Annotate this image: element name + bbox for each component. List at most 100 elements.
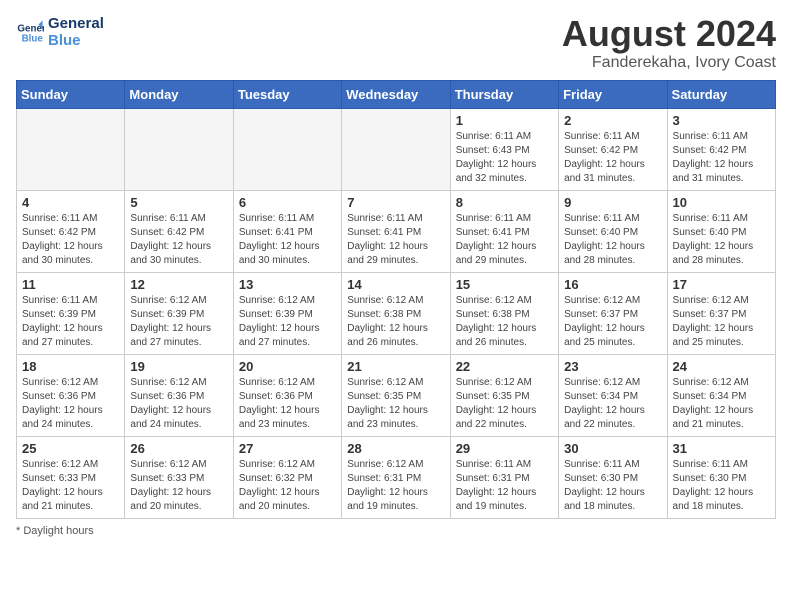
day-number: 20 <box>239 359 336 374</box>
footer-text: Daylight hours <box>23 525 93 537</box>
day-number: 25 <box>22 441 119 456</box>
day-number: 18 <box>22 359 119 374</box>
day-info: Sunrise: 6:11 AM Sunset: 6:41 PM Dayligh… <box>239 212 336 268</box>
calendar-cell <box>342 109 450 191</box>
day-number: 31 <box>673 441 770 456</box>
day-number: 23 <box>564 359 661 374</box>
calendar-cell: 27 Sunrise: 6:12 AM Sunset: 6:32 PM Dayli… <box>233 437 341 519</box>
day-number: 16 <box>564 277 661 292</box>
day-number: 28 <box>347 441 444 456</box>
calendar-cell: 28Sunrise: 6:12 AM Sunset: 6:31 PM Dayli… <box>342 437 450 519</box>
weekday-header-sunday: Sunday <box>17 81 125 109</box>
day-info: Sunrise: 6:11 AM Sunset: 6:40 PM Dayligh… <box>673 212 770 268</box>
calendar-cell: 10 Sunrise: 6:11 AM Sunset: 6:40 PM Dayli… <box>667 191 775 273</box>
calendar-cell: 23Sunrise: 6:12 AM Sunset: 6:34 PM Dayli… <box>559 355 667 437</box>
calendar-cell: 14 Sunrise: 6:12 AM Sunset: 6:38 PM Dayli… <box>342 273 450 355</box>
day-info: Sunrise: 6:12 AM Sunset: 6:35 PM Dayligh… <box>347 376 444 432</box>
week-row-1: 4 Sunrise: 6:11 AM Sunset: 6:42 PM Daylig… <box>17 191 776 273</box>
day-info: Sunrise: 6:11 AM Sunset: 6:39 PM Dayligh… <box>22 294 119 350</box>
calendar-cell: 18 Sunrise: 6:12 AM Sunset: 6:36 PM Dayli… <box>17 355 125 437</box>
calendar-cell: 11 Sunrise: 6:11 AM Sunset: 6:39 PM Dayli… <box>17 273 125 355</box>
calendar-cell <box>17 109 125 191</box>
weekday-header-friday: Friday <box>559 81 667 109</box>
day-info: Sunrise: 6:11 AM Sunset: 6:31 PM Dayligh… <box>456 458 553 514</box>
calendar-cell: 6 Sunrise: 6:11 AM Sunset: 6:41 PM Daylig… <box>233 191 341 273</box>
calendar-cell: 31 Sunrise: 6:11 AM Sunset: 6:30 PM Dayli… <box>667 437 775 519</box>
calendar-cell: 22Sunrise: 6:12 AM Sunset: 6:35 PM Dayli… <box>450 355 558 437</box>
day-info: Sunrise: 6:12 AM Sunset: 6:36 PM Dayligh… <box>130 376 227 432</box>
day-number: 11 <box>22 277 119 292</box>
day-info: Sunrise: 6:11 AM Sunset: 6:43 PM Dayligh… <box>456 130 553 186</box>
day-number: 29 <box>456 441 553 456</box>
week-row-0: 1 Sunrise: 6:11 AM Sunset: 6:43 PM Daylig… <box>17 109 776 191</box>
day-number: 12 <box>130 277 227 292</box>
day-info: Sunrise: 6:12 AM Sunset: 6:34 PM Dayligh… <box>673 376 770 432</box>
calendar-table: SundayMondayTuesdayWednesdayThursdayFrid… <box>16 80 776 519</box>
day-number: 15 <box>456 277 553 292</box>
day-info: Sunrise: 6:12 AM Sunset: 6:32 PM Dayligh… <box>239 458 336 514</box>
day-number: 27 <box>239 441 336 456</box>
day-info: Sunrise: 6:12 AM Sunset: 6:39 PM Dayligh… <box>130 294 227 350</box>
day-info: Sunrise: 6:12 AM Sunset: 6:36 PM Dayligh… <box>22 376 119 432</box>
logo-blue: Blue <box>48 33 104 50</box>
calendar-cell: 9Sunrise: 6:11 AM Sunset: 6:40 PM Daylig… <box>559 191 667 273</box>
day-number: 17 <box>673 277 770 292</box>
week-row-4: 25 Sunrise: 6:12 AM Sunset: 6:33 PM Dayli… <box>17 437 776 519</box>
logo-general: General <box>48 16 104 33</box>
calendar-cell: 12 Sunrise: 6:12 AM Sunset: 6:39 PM Dayli… <box>125 273 233 355</box>
month-year: August 2024 <box>562 16 776 52</box>
day-number: 5 <box>130 195 227 210</box>
day-number: 13 <box>239 277 336 292</box>
day-info: Sunrise: 6:12 AM Sunset: 6:37 PM Dayligh… <box>673 294 770 350</box>
weekday-header-saturday: Saturday <box>667 81 775 109</box>
calendar-cell: 15 Sunrise: 6:12 AM Sunset: 6:38 PM Dayli… <box>450 273 558 355</box>
day-info: Sunrise: 6:11 AM Sunset: 6:42 PM Dayligh… <box>673 130 770 186</box>
footer-note: * Daylight hours <box>16 525 776 537</box>
day-number: 1 <box>456 113 553 128</box>
calendar-cell: 13Sunrise: 6:12 AM Sunset: 6:39 PM Dayli… <box>233 273 341 355</box>
day-number: 8 <box>456 195 553 210</box>
weekday-header-thursday: Thursday <box>450 81 558 109</box>
day-number: 19 <box>130 359 227 374</box>
day-info: Sunrise: 6:11 AM Sunset: 6:30 PM Dayligh… <box>673 458 770 514</box>
calendar-cell: 25 Sunrise: 6:12 AM Sunset: 6:33 PM Dayli… <box>17 437 125 519</box>
day-number: 3 <box>673 113 770 128</box>
day-info: Sunrise: 6:12 AM Sunset: 6:38 PM Dayligh… <box>347 294 444 350</box>
week-row-2: 11 Sunrise: 6:11 AM Sunset: 6:39 PM Dayli… <box>17 273 776 355</box>
logo-icon: General Blue <box>16 19 44 47</box>
calendar-cell: 4Sunrise: 6:11 AM Sunset: 6:42 PM Daylig… <box>17 191 125 273</box>
calendar-cell: 26Sunrise: 6:12 AM Sunset: 6:33 PM Dayli… <box>125 437 233 519</box>
page-header: General Blue General Blue August 2024 Fa… <box>16 16 776 72</box>
day-number: 4 <box>22 195 119 210</box>
weekday-header-monday: Monday <box>125 81 233 109</box>
day-info: Sunrise: 6:12 AM Sunset: 6:36 PM Dayligh… <box>239 376 336 432</box>
day-info: Sunrise: 6:11 AM Sunset: 6:41 PM Dayligh… <box>456 212 553 268</box>
day-number: 21 <box>347 359 444 374</box>
day-number: 10 <box>673 195 770 210</box>
calendar-cell: 29 Sunrise: 6:11 AM Sunset: 6:31 PM Dayli… <box>450 437 558 519</box>
calendar-cell: 2 Sunrise: 6:11 AM Sunset: 6:42 PM Daylig… <box>559 109 667 191</box>
calendar-cell: 21 Sunrise: 6:12 AM Sunset: 6:35 PM Dayli… <box>342 355 450 437</box>
title-area: August 2024 Fanderekaha, Ivory Coast <box>562 16 776 72</box>
svg-text:Blue: Blue <box>22 33 44 44</box>
day-info: Sunrise: 6:12 AM Sunset: 6:33 PM Dayligh… <box>22 458 119 514</box>
calendar-cell: 30Sunrise: 6:11 AM Sunset: 6:30 PM Dayli… <box>559 437 667 519</box>
calendar-cell: 7Sunrise: 6:11 AM Sunset: 6:41 PM Daylig… <box>342 191 450 273</box>
calendar-cell <box>125 109 233 191</box>
weekday-header-tuesday: Tuesday <box>233 81 341 109</box>
calendar-cell: 16 Sunrise: 6:12 AM Sunset: 6:37 PM Dayli… <box>559 273 667 355</box>
day-info: Sunrise: 6:12 AM Sunset: 6:37 PM Dayligh… <box>564 294 661 350</box>
calendar-cell: 8 Sunrise: 6:11 AM Sunset: 6:41 PM Daylig… <box>450 191 558 273</box>
calendar-cell: 3 Sunrise: 6:11 AM Sunset: 6:42 PM Daylig… <box>667 109 775 191</box>
calendar-cell: 17 Sunrise: 6:12 AM Sunset: 6:37 PM Dayli… <box>667 273 775 355</box>
calendar-cell: 24Sunrise: 6:12 AM Sunset: 6:34 PM Dayli… <box>667 355 775 437</box>
day-info: Sunrise: 6:11 AM Sunset: 6:42 PM Dayligh… <box>130 212 227 268</box>
location: Fanderekaha, Ivory Coast <box>562 54 776 72</box>
day-number: 9 <box>564 195 661 210</box>
day-number: 6 <box>239 195 336 210</box>
day-number: 14 <box>347 277 444 292</box>
day-info: Sunrise: 6:12 AM Sunset: 6:38 PM Dayligh… <box>456 294 553 350</box>
calendar-cell: 1 Sunrise: 6:11 AM Sunset: 6:43 PM Daylig… <box>450 109 558 191</box>
day-info: Sunrise: 6:11 AM Sunset: 6:42 PM Dayligh… <box>564 130 661 186</box>
day-number: 2 <box>564 113 661 128</box>
